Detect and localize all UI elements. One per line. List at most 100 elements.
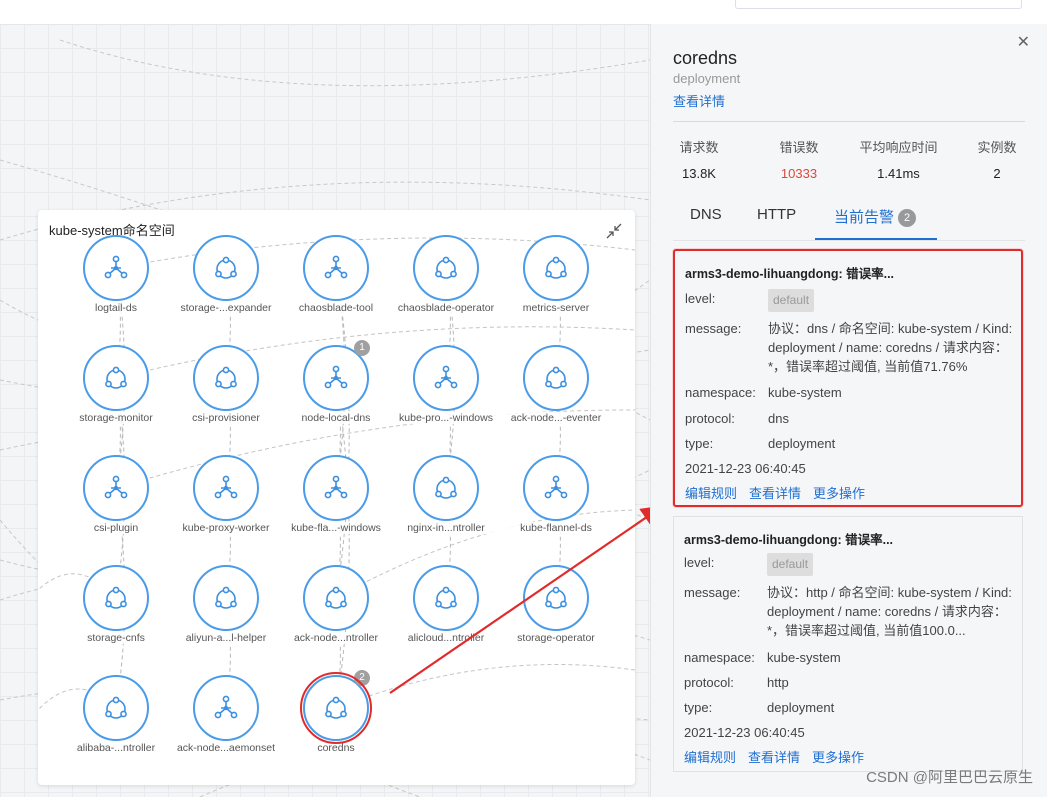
protocol-label: protocol: [685,411,735,426]
circle-nodes-icon [215,256,237,279]
close-icon[interactable]: ✕ [1017,32,1030,52]
namespace-label: namespace: [685,385,756,400]
topology-canvas[interactable]: kube-system命名空间 logtail-ds storage-...exp… [0,0,650,797]
topology-node-label: kube-proxy-worker [166,522,286,534]
tri-nodes-icon [324,475,348,499]
tab-label: 当前告警 [834,209,895,226]
topology-node[interactable] [523,455,589,521]
alert-badge: 1 [354,340,370,356]
topology-edge [335,267,350,599]
topology-node[interactable] [193,455,259,521]
topology-node[interactable] [83,675,149,741]
alert-actions: 编辑规则 查看详情 更多操作 [685,483,877,502]
circle-nodes-icon [105,696,127,719]
background-edge [59,39,650,87]
tri-nodes-icon [104,475,128,499]
edit-rule-link[interactable]: 编辑规则 [685,486,737,501]
more-actions-link[interactable]: 更多操作 [812,750,864,765]
topology-node-label: kube-pro...-windows [386,412,506,424]
level-chip: default [768,289,815,312]
topology-node[interactable] [303,455,369,521]
topology-node[interactable] [193,675,259,741]
alert-count-badge: 2 [898,209,917,227]
topology-node[interactable] [83,565,149,631]
topology-node[interactable] [303,565,369,631]
topology-node-label: kube-flannel-ds [496,522,616,534]
active-tab-indicator [815,238,937,240]
tri-nodes-icon [104,255,128,279]
circle-nodes-icon [545,256,567,279]
view-details-link[interactable]: 查看详情 [749,486,801,501]
alert-card: arms3-demo-lihuangdong: 错误率... level: de… [673,516,1023,772]
protocol-value: http [767,675,789,690]
topology-node[interactable] [193,565,259,631]
topology-node-label: aliyun-a...l-helper [166,632,286,644]
topology-node-label: alicloud...ntroller [386,632,506,644]
topology-node-label: metrics-server [496,302,616,314]
message-value: 协议：dns / 命名空间: kube-system / Kind: deplo… [768,321,1013,374]
tab-http[interactable]: HTTP [757,206,796,223]
stat-requests: 请求数 13.8K [673,137,725,181]
topology-node[interactable] [523,235,589,301]
protocol-label: protocol: [684,675,734,690]
type-label: type: [685,436,714,451]
namespace-label: namespace: [684,650,755,665]
service-type: deployment [673,71,741,86]
alert-actions: 编辑规则 查看详情 更多操作 [684,747,876,766]
view-details-link[interactable]: 查看详情 [748,750,800,765]
topology-node[interactable] [523,565,589,631]
tab-dns[interactable]: DNS [690,206,722,223]
stat-instances: 实例数 2 [971,137,1023,181]
topology-node-label: ack-node...ntroller [276,632,396,644]
topology-node[interactable] [303,235,369,301]
tab-current-alerts[interactable]: 当前告警 2 [834,206,917,227]
circle-nodes-icon [435,256,457,279]
topology-node[interactable] [413,345,479,411]
view-details-link[interactable]: 查看详情 [673,91,725,110]
topology-node[interactable] [83,455,149,521]
stat-label: 平均响应时间 [859,140,938,155]
topology-node-label: storage-monitor [56,412,176,424]
stat-value: 13.8K [682,166,716,181]
alert-timestamp: 2021-12-23 06:40:45 [685,461,806,476]
level-value: default [767,553,1019,576]
circle-nodes-icon [105,586,127,609]
type-value: deployment [767,700,835,715]
topology-node-label: csi-provisioner [166,412,286,424]
namespace-value: kube-system [768,385,842,400]
watermark: CSDN @阿里巴巴云原生 [866,769,1033,786]
more-actions-link[interactable]: 更多操作 [813,486,865,501]
topology-node[interactable] [413,455,479,521]
topology-node-label: storage-cnfs [56,632,176,644]
level-chip: default [767,553,814,576]
stat-label: 实例数 [977,140,1017,155]
alert-card: arms3-demo-lihuangdong: 错误率... level: de… [673,249,1023,507]
tri-nodes-icon [214,695,238,719]
topology-node[interactable] [413,235,479,301]
level-label: level: [684,555,715,570]
topology-node-label: chaosblade-tool [276,302,396,314]
stat-label: 错误数 [779,140,819,155]
topology-node[interactable] [193,235,259,301]
topology-node-label: chaosblade-operator [386,302,506,314]
tri-nodes-icon [324,365,348,389]
topology-edge [335,664,635,709]
topology-node[interactable] [523,345,589,411]
edit-rule-link[interactable]: 编辑规则 [684,750,736,765]
topology-node[interactable] [83,345,149,411]
topology-node[interactable] [413,565,479,631]
top-search-input[interactable] [735,0,1022,9]
circle-nodes-icon [435,476,457,499]
collapse-icon[interactable] [605,222,623,240]
type-value: deployment [768,436,836,451]
topology-node[interactable] [193,345,259,411]
tri-nodes-icon [544,475,568,499]
protocol-value: dns [768,411,789,426]
detail-panel: ✕ coredns deployment 查看详情 请求数 13.8K 错误数 … [650,24,1047,797]
circle-nodes-icon [325,586,347,609]
circle-nodes-icon [545,366,567,389]
alert-title: arms3-demo-lihuangdong: 错误率... [685,267,895,281]
topology-node[interactable] [83,235,149,301]
tri-nodes-icon [434,365,458,389]
circle-nodes-icon [215,366,237,389]
